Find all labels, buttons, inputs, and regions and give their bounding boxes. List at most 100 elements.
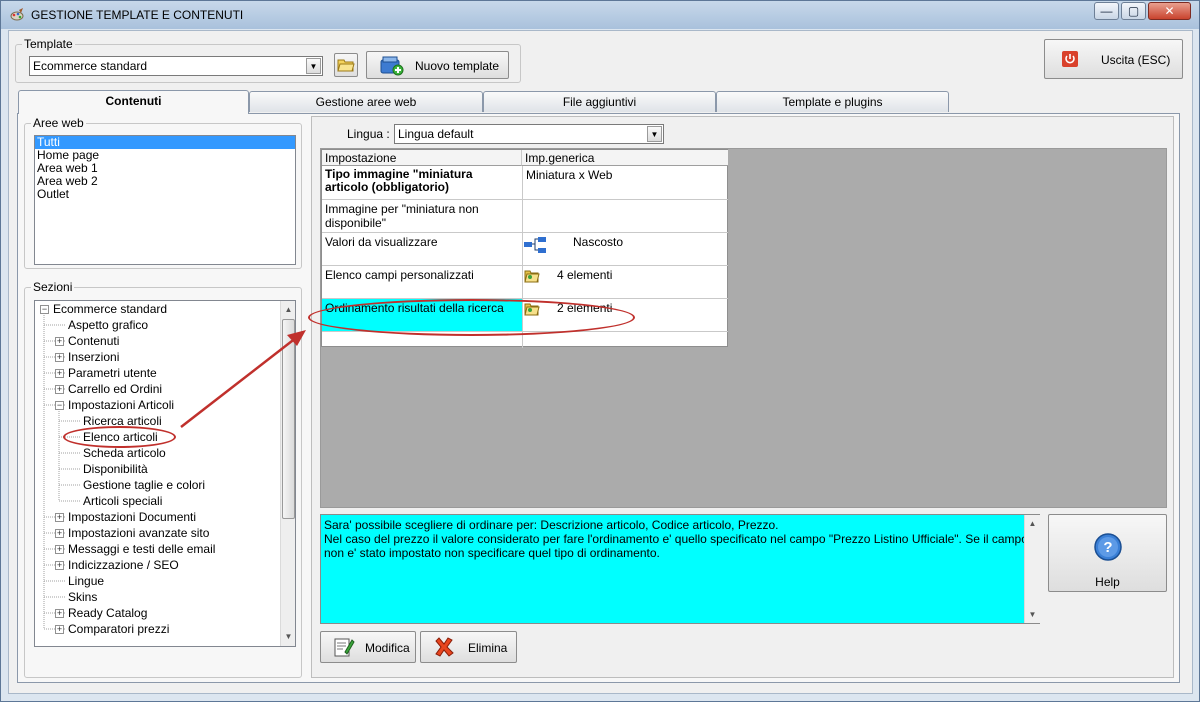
tab-contenuti[interactable]: Contenuti xyxy=(18,90,249,114)
new-template-label: Nuovo template xyxy=(415,59,500,73)
tab-panel-contenuti: Aree web Tutti Home page Area web 1 Area… xyxy=(17,113,1180,683)
scroll-down-icon[interactable]: ▼ xyxy=(281,628,295,645)
expand-icon[interactable]: + xyxy=(55,545,64,554)
expand-icon[interactable]: + xyxy=(55,513,64,522)
sezioni-tree[interactable]: − Ecommerce standard Aspetto grafico + Con… xyxy=(34,300,296,647)
aree-web-list[interactable]: Tutti Home page Area web 1 Area web 2 Ou… xyxy=(34,135,296,265)
grid-cell-setting[interactable]: Immagine per "miniatura non disponibile" xyxy=(322,200,522,232)
client-area: Template Ecommerce standard ▼ Nuovo temp… xyxy=(8,30,1193,694)
tree-node[interactable]: Inserzioni xyxy=(68,349,119,365)
tab-gestione-aree-web[interactable]: Gestione aree web xyxy=(249,91,483,112)
list-item[interactable]: Outlet xyxy=(35,188,295,201)
browse-folder-button[interactable] xyxy=(334,53,358,77)
tree-node[interactable]: Impostazioni Documenti xyxy=(68,509,196,525)
app-icon xyxy=(10,8,24,21)
help-button[interactable]: ? Help xyxy=(1048,514,1167,592)
tree-node-root[interactable]: Ecommerce standard xyxy=(53,301,167,317)
tree-node[interactable]: Contenuti xyxy=(68,333,119,349)
lingua-label: Lingua : xyxy=(347,127,390,141)
window-title: GESTIONE TEMPLATE E CONTENUTI xyxy=(31,8,244,22)
right-panel: Lingua : Lingua default ▼ Impostazione I… xyxy=(311,116,1174,678)
collapse-icon[interactable]: − xyxy=(55,401,64,410)
hierarchy-icon xyxy=(524,237,546,253)
expand-icon[interactable]: + xyxy=(55,337,64,346)
help-label: Help xyxy=(1095,575,1120,589)
template-select[interactable]: Ecommerce standard ▼ xyxy=(29,56,323,76)
expand-icon[interactable]: + xyxy=(55,529,64,538)
scroll-thumb[interactable] xyxy=(282,319,295,519)
tree-scrollbar[interactable]: ▲ ▼ xyxy=(280,301,295,646)
title-bar[interactable]: GESTIONE TEMPLATE E CONTENUTI — ▢ ✕ xyxy=(1,1,1199,29)
expand-icon[interactable]: + xyxy=(55,561,64,570)
tab-file-aggiuntivi[interactable]: File aggiuntivi xyxy=(483,91,716,112)
scroll-up-icon[interactable]: ▲ xyxy=(281,301,295,318)
grid-cell-value[interactable]: Nascosto xyxy=(570,233,720,265)
list-item[interactable]: Area web 2 xyxy=(35,175,295,188)
new-template-icon xyxy=(380,56,404,76)
lingua-select[interactable]: Lingua default ▼ xyxy=(394,124,664,144)
new-template-button[interactable]: Nuovo template xyxy=(366,51,509,79)
tree-node[interactable]: Ready Catalog xyxy=(68,605,147,621)
lingua-select-value: Lingua default xyxy=(398,127,474,141)
grid-cell-setting[interactable]: Elenco campi personalizzati xyxy=(322,266,522,298)
exit-button[interactable]: Uscita (ESC) xyxy=(1044,39,1183,79)
sezioni-label: Sezioni xyxy=(33,280,73,294)
folder-icon xyxy=(337,59,355,72)
grid-cell-setting[interactable]: Tipo immagine "miniatura articolo (obbli… xyxy=(322,166,522,199)
expand-icon[interactable]: + xyxy=(55,625,64,634)
expand-icon[interactable]: + xyxy=(55,369,64,378)
edit-button[interactable]: Modifica xyxy=(320,631,416,663)
svg-text:?: ? xyxy=(1103,539,1112,556)
delete-button[interactable]: Elimina xyxy=(420,631,517,663)
folder-icon xyxy=(524,270,540,283)
help-icon: ? xyxy=(1094,533,1122,561)
tree-node[interactable]: Gestione taglie e colori xyxy=(83,477,205,493)
column-header-impostazione[interactable]: Impostazione xyxy=(322,150,522,166)
column-header-imp-generica[interactable]: Imp.generica xyxy=(522,150,728,166)
expand-icon[interactable]: + xyxy=(55,609,64,618)
tree-node[interactable]: Carrello ed Ordini xyxy=(68,381,162,397)
tree-node[interactable]: Lingue xyxy=(68,573,104,589)
template-group-label: Template xyxy=(24,37,73,51)
tree-node[interactable]: Indicizzazione / SEO xyxy=(68,557,179,573)
expand-icon[interactable]: + xyxy=(55,385,64,394)
grid-cell-value[interactable]: Miniatura x Web xyxy=(523,166,728,199)
annotation-ellipse xyxy=(63,426,176,448)
aree-web-label: Aree web xyxy=(33,116,84,130)
annotation-ellipse xyxy=(308,299,635,336)
dropdown-arrow-icon[interactable]: ▼ xyxy=(647,126,662,142)
close-button[interactable]: ✕ xyxy=(1148,2,1191,20)
grid-cell-setting[interactable]: Valori da visualizzare xyxy=(322,233,522,265)
description-memo[interactable]: Sara' possibile scegliere di ordinare pe… xyxy=(320,514,1040,624)
exit-label: Uscita (ESC) xyxy=(1101,53,1171,67)
tree-node[interactable]: Disponibilità xyxy=(83,461,148,477)
minimize-button[interactable]: — xyxy=(1094,2,1119,20)
tree-node[interactable]: Parametri utente xyxy=(68,365,157,381)
delete-icon xyxy=(435,637,454,657)
description-line: Nel caso del prezzo il valore considerat… xyxy=(324,532,1028,560)
description-line: Sara' possibile scegliere di ordinare pe… xyxy=(324,518,779,532)
template-select-value: Ecommerce standard xyxy=(33,59,148,73)
tree-node[interactable]: Skins xyxy=(68,589,97,605)
tree-node[interactable]: Aspetto grafico xyxy=(68,317,148,333)
maximize-button[interactable]: ▢ xyxy=(1121,2,1146,20)
grid-cell-value[interactable]: 4 elementi xyxy=(554,266,724,298)
tree-node[interactable]: Articoli speciali xyxy=(83,493,162,509)
tree-node[interactable]: Comparatori prezzi xyxy=(68,621,169,637)
tree-node[interactable]: Impostazioni Articoli xyxy=(68,397,174,413)
edit-label: Modifica xyxy=(365,641,410,655)
delete-label: Elimina xyxy=(468,641,508,655)
tree-node[interactable]: Messaggi e testi delle email xyxy=(68,541,215,557)
app-window: GESTIONE TEMPLATE E CONTENUTI — ▢ ✕ Temp… xyxy=(0,0,1200,702)
scroll-down-icon[interactable]: ▼ xyxy=(1025,606,1040,623)
power-icon xyxy=(1062,51,1078,67)
scroll-up-icon[interactable]: ▲ xyxy=(1025,515,1040,532)
tab-template-e-plugins[interactable]: Template e plugins xyxy=(716,91,949,112)
collapse-icon[interactable]: − xyxy=(40,305,49,314)
dropdown-arrow-icon[interactable]: ▼ xyxy=(306,58,321,74)
edit-icon xyxy=(334,638,355,657)
grid-cell-value[interactable] xyxy=(523,200,728,232)
memo-scrollbar[interactable]: ▲ ▼ xyxy=(1024,515,1040,623)
expand-icon[interactable]: + xyxy=(55,353,64,362)
tree-node[interactable]: Impostazioni avanzate sito xyxy=(68,525,209,541)
